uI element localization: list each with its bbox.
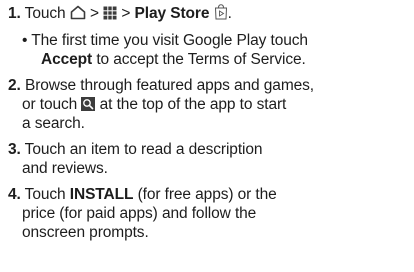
accept-label: Accept bbox=[41, 51, 93, 68]
step-4-text-2: price (for paid apps) and follow the bbox=[22, 205, 257, 222]
step-3-number: 3. bbox=[8, 141, 21, 158]
step-2-text-1: Browse through featured apps and games, bbox=[24, 77, 315, 94]
step-2-line-3: a search. bbox=[22, 114, 85, 133]
step-2-number: 2. bbox=[8, 77, 21, 94]
step-2-line-1: 2. Browse through featured apps and game… bbox=[8, 76, 314, 95]
step-3-text-2: and reviews. bbox=[22, 160, 108, 177]
apps-grid-icon bbox=[103, 6, 117, 25]
step-2-line-2: or touch at the top of the app to start bbox=[22, 95, 286, 116]
step-1-bullet-line-1: • The first time you visit Google Play t… bbox=[22, 31, 308, 50]
step-4-text-1a: Touch bbox=[24, 186, 66, 203]
install-label: INSTALL bbox=[69, 186, 134, 203]
step-1-separator-2: > bbox=[121, 5, 131, 22]
step-1-bullet-text-1: The first time you visit Google Play tou… bbox=[31, 32, 308, 49]
step-4-number: 4. bbox=[8, 186, 21, 203]
step-1-touch-text: Touch bbox=[24, 5, 66, 22]
step-2-text-3: a search. bbox=[22, 115, 85, 132]
step-3-text-1: Touch an item to read a description bbox=[24, 141, 263, 158]
step-2-text-2b: at the top of the app to start bbox=[99, 96, 287, 113]
instructions-document: 1. Touch > > Play Store . • The first ti… bbox=[0, 0, 414, 272]
step-4-line-3: onscreen prompts. bbox=[22, 223, 149, 242]
step-1-bullet-line-2: Accept to accept the Terms of Service. bbox=[41, 50, 306, 69]
step-4-line-2: price (for paid apps) and follow the bbox=[22, 204, 256, 223]
step-1-period: . bbox=[227, 5, 232, 22]
step-3-line-2: and reviews. bbox=[22, 159, 108, 178]
step-4-text-1b: (for free apps) or the bbox=[137, 186, 277, 203]
step-1-bullet-text-2: to accept the Terms of Service. bbox=[96, 51, 306, 68]
home-icon bbox=[70, 5, 86, 25]
play-store-label: Play Store bbox=[134, 5, 210, 22]
step-1-number: 1. bbox=[8, 5, 21, 22]
step-3-line-1: 3. Touch an item to read a description bbox=[8, 140, 263, 159]
step-1-line-1: 1. Touch > > Play Store . bbox=[8, 4, 232, 25]
play-store-icon bbox=[214, 4, 228, 25]
step-4-text-3: onscreen prompts. bbox=[22, 224, 149, 241]
bullet-dot: • bbox=[22, 32, 28, 49]
step-1-separator-1: > bbox=[89, 5, 99, 22]
step-4-line-1: 4. Touch INSTALL (for free apps) or the bbox=[8, 185, 277, 204]
step-2-text-2a: or touch bbox=[22, 96, 78, 113]
